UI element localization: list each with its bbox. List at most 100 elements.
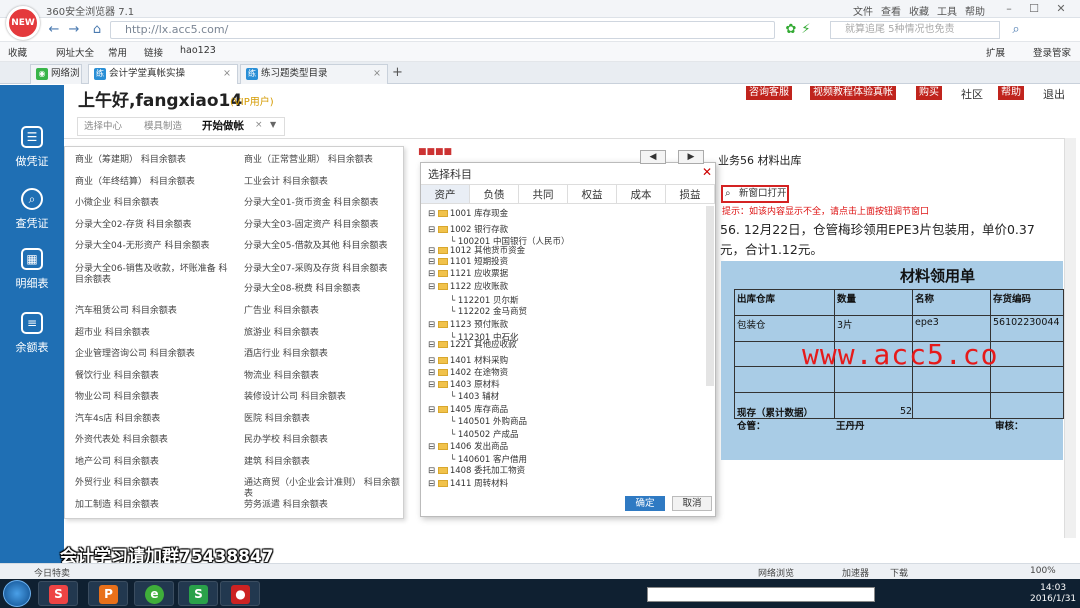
sidebar-item-query[interactable]: ⌕ 查凭证 (0, 188, 64, 240)
template-item[interactable]: 分录大全02-存货 科目余额表 (75, 220, 235, 231)
forward-icon[interactable]: → (66, 22, 82, 38)
expand-icon[interactable]: ⊟ (428, 320, 438, 330)
template-item[interactable]: 分录大全03-固定资产 科目余额表 (244, 220, 400, 231)
new-window-button[interactable]: ⌕ 新窗口打开 (721, 185, 789, 203)
tree-node[interactable]: ⊟ 1406 发出商品 (428, 442, 508, 452)
template-item[interactable]: 劳务派遣 科目余额表 (244, 500, 400, 511)
tab-close-icon[interactable]: × (223, 65, 231, 83)
account-tab[interactable]: 成本 (617, 184, 666, 204)
template-item[interactable]: 汽车4s店 科目余额表 (75, 414, 235, 425)
tree-node[interactable]: ⊟ 1221 其他应收款 (428, 340, 517, 350)
status-zoom[interactable]: 100% (1030, 566, 1056, 576)
account-tab[interactable]: 共同 (519, 184, 568, 204)
template-item[interactable]: 餐饮行业 科目余额表 (75, 371, 235, 382)
menu-tools[interactable]: 工具 (937, 3, 957, 18)
search-input[interactable]: 就算追尾 5种情况也免责 (830, 21, 1000, 39)
template-item[interactable]: 地产公司 科目余额表 (75, 457, 235, 468)
help-button[interactable]: 帮助 (998, 86, 1024, 100)
video-trial-button[interactable]: 视频教程体验真帐 (810, 86, 896, 100)
expand-icon[interactable]: ⊟ (428, 466, 438, 476)
ok-button[interactable]: 确定 (625, 496, 665, 511)
secure-icon[interactable]: ✿ (783, 22, 799, 38)
tab-close-icon[interactable]: × (373, 65, 381, 83)
expand-icon[interactable]: ⊟ (428, 269, 438, 279)
taskbar-app-360[interactable]: S (38, 581, 78, 606)
template-item[interactable]: 分录大全05-借款及其他 科目余额表 (244, 241, 400, 252)
subtab-close-icon[interactable]: × (255, 120, 263, 130)
buy-button[interactable]: 购买 (916, 86, 942, 100)
status-download[interactable]: 下载 (890, 566, 908, 579)
menu-favorites[interactable]: 收藏 (909, 3, 929, 18)
tree-node[interactable]: ⊟ 1101 短期投资 (428, 257, 508, 267)
template-item[interactable]: 物流业 科目余额表 (244, 371, 400, 382)
template-item[interactable]: 物业公司 科目余额表 (75, 392, 235, 403)
status-web[interactable]: 网络浏览 (758, 566, 794, 579)
tree-node[interactable]: ⊟ 1401 材料采购 (428, 356, 508, 366)
sidebar-item-detail[interactable]: ▦ 明细表 (0, 248, 64, 300)
account-tab[interactable]: 资产 (421, 184, 470, 204)
template-item[interactable]: 广告业 科目余额表 (244, 306, 400, 317)
template-item[interactable]: 商业（年终结算） 科目余额表 (75, 177, 235, 188)
expand-icon[interactable]: ⊟ (428, 368, 438, 378)
tree-node[interactable]: ⊟ 1405 库存商品 (428, 405, 508, 415)
expand-icon[interactable]: ⊟ (428, 479, 438, 489)
expand-icon[interactable]: ⊟ (428, 340, 438, 350)
back-icon[interactable]: ← (46, 22, 62, 38)
template-item[interactable]: 分录大全07-采购及存货 科目余额表 (244, 264, 400, 275)
taskbar-app-browser[interactable]: e (134, 581, 174, 606)
sidebar-item-voucher[interactable]: ☰ 做凭证 (0, 126, 64, 178)
prev-page-button[interactable]: ◀ (640, 150, 666, 164)
taskbar-app-ppt[interactable]: P (88, 581, 128, 606)
account-tab[interactable]: 权益 (568, 184, 617, 204)
start-button[interactable] (3, 580, 31, 607)
template-item[interactable]: 分录大全01-货币资金 科目余额表 (244, 198, 400, 209)
tab-accounting[interactable]: 练会计学堂真帐实操 × (88, 64, 238, 84)
expand-icon[interactable]: ⊟ (428, 209, 438, 219)
tree-node[interactable]: ⊟ 1012 其他货币资金 (428, 246, 525, 256)
template-item[interactable]: 外贸行业 科目余额表 (75, 478, 235, 489)
dialog-close-icon[interactable]: ✕ (702, 165, 712, 179)
account-tab[interactable]: 负债 (470, 184, 519, 204)
template-item[interactable]: 小微企业 科目余额表 (75, 198, 235, 209)
template-item[interactable]: 酒店行业 科目余额表 (244, 349, 400, 360)
tree-node[interactable]: └ 1403 辅材 (450, 392, 499, 402)
cancel-button[interactable]: 取消 (672, 496, 712, 511)
subtab-select[interactable]: 选择中心 (84, 118, 122, 135)
status-accelerator[interactable]: 加速器 (842, 566, 869, 579)
consult-button[interactable]: 咨询客服 (746, 86, 792, 100)
subtab-start[interactable]: 开始做帐 (198, 118, 248, 135)
bookmark-nav[interactable]: 网址大全 (56, 45, 94, 59)
search-icon[interactable]: ⌕ (1008, 22, 1024, 38)
new-tab-icon[interactable]: + (392, 65, 403, 80)
tab-exercise[interactable]: 练练习题类型目录 × (240, 64, 388, 84)
logout-link[interactable]: 退出 (1043, 86, 1065, 102)
expand-icon[interactable]: ⊟ (428, 442, 438, 452)
dialog-scrollbar[interactable] (706, 206, 714, 386)
tree-node[interactable]: ⊟ 1002 银行存款 (428, 225, 508, 235)
subtab-mold[interactable]: 模具制造 (144, 118, 182, 135)
tree-node[interactable]: └ 140501 外购商品 (450, 417, 527, 427)
taskbar-input[interactable] (647, 587, 875, 602)
taskbar-app-recorder[interactable]: ● (220, 581, 260, 606)
template-item[interactable]: 商业（筹建期） 科目余额表 (75, 155, 235, 166)
tree-node[interactable]: ⊟ 1123 预付账款 (428, 320, 508, 330)
expand-icon[interactable]: ⊟ (428, 257, 438, 267)
tree-node[interactable]: └ 140601 客户借用 (450, 455, 527, 465)
template-item[interactable]: 企业管理咨询公司 科目余额表 (75, 349, 235, 360)
template-item[interactable]: 建筑 科目余额表 (244, 457, 400, 468)
expand-icon[interactable]: ⊟ (428, 225, 438, 235)
template-item[interactable]: 汽车租赁公司 科目余额表 (75, 306, 235, 317)
bookmark-hao123[interactable]: hao123 (180, 45, 216, 56)
expand-icon[interactable]: ⊟ (428, 282, 438, 292)
tree-node[interactable]: └ 112202 金马商贸 (450, 307, 527, 317)
taskbar-app-s[interactable]: S (178, 581, 218, 606)
menu-file[interactable]: 文件 (853, 3, 873, 18)
account-tab[interactable]: 损益 (666, 184, 715, 204)
tree-node[interactable]: ⊟ 1411 周转材料 (428, 479, 508, 489)
template-item[interactable]: 医院 科目余额表 (244, 414, 400, 425)
tree-node[interactable]: └ 112201 贝尔斯 (450, 296, 518, 306)
template-item[interactable]: 分录大全06-销售及收款，坏账准备 科目余额表 (75, 264, 235, 286)
tab-web[interactable]: ◉网络浏览 (30, 64, 82, 97)
status-deals[interactable]: 今日特卖 (34, 566, 70, 579)
tree-node[interactable]: ⊟ 1121 应收票据 (428, 269, 508, 279)
